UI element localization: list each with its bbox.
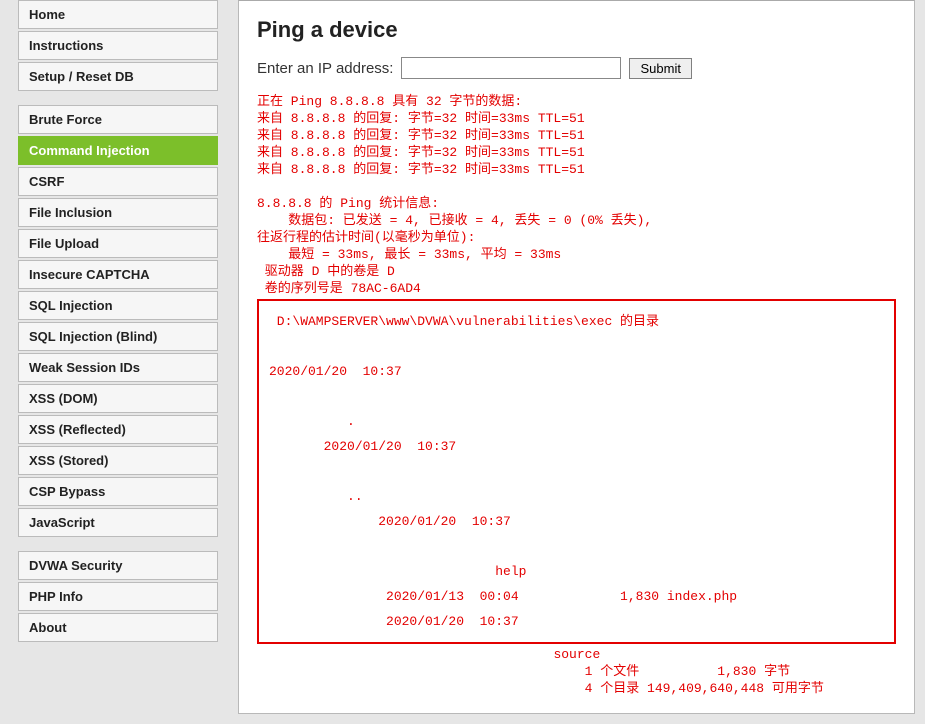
sidebar-item-xss-reflected[interactable]: XSS (Reflected) (18, 415, 218, 444)
menu-group-vulns: Brute Force Command Injection CSRF File … (18, 105, 218, 537)
dir-output-post: source 1 个文件 1,830 字节 4 个目录 149,409,640,… (257, 646, 896, 697)
sidebar-item-command-injection[interactable]: Command Injection (18, 136, 218, 165)
ip-label: Enter an IP address: (257, 60, 393, 77)
content-box: Ping a device Enter an IP address: Submi… (238, 0, 915, 714)
main-content: Ping a device Enter an IP address: Submi… (228, 0, 925, 724)
sidebar-item-file-inclusion[interactable]: File Inclusion (18, 198, 218, 227)
sidebar-item-file-upload[interactable]: File Upload (18, 229, 218, 258)
sidebar-item-xss-stored[interactable]: XSS (Stored) (18, 446, 218, 475)
menu-group-meta: DVWA Security PHP Info About (18, 551, 218, 642)
menu-group-main: Home Instructions Setup / Reset DB (18, 0, 218, 91)
sidebar-item-sql-injection[interactable]: SQL Injection (18, 291, 218, 320)
ping-form: Enter an IP address: Submit (257, 57, 896, 79)
dir-output-box: D:\WAMPSERVER\www\DVWA\vulnerabilities\e… (257, 299, 896, 644)
sidebar-item-csrf[interactable]: CSRF (18, 167, 218, 196)
ping-output-pre: 正在 Ping 8.8.8.8 具有 32 字节的数据: 来自 8.8.8.8 … (257, 93, 896, 297)
sidebar-item-dvwa-security[interactable]: DVWA Security (18, 551, 218, 580)
sidebar-item-insecure-captcha[interactable]: Insecure CAPTCHA (18, 260, 218, 289)
sidebar-item-setup-reset-db[interactable]: Setup / Reset DB (18, 62, 218, 91)
sidebar-item-weak-session-ids[interactable]: Weak Session IDs (18, 353, 218, 382)
sidebar-item-javascript[interactable]: JavaScript (18, 508, 218, 537)
submit-button[interactable]: Submit (629, 58, 691, 79)
sidebar-item-instructions[interactable]: Instructions (18, 31, 218, 60)
sidebar-item-about[interactable]: About (18, 613, 218, 642)
sidebar-item-php-info[interactable]: PHP Info (18, 582, 218, 611)
sidebar-item-sql-injection-blind[interactable]: SQL Injection (Blind) (18, 322, 218, 351)
ping-heading: Ping a device (257, 17, 896, 43)
sidebar-item-csp-bypass[interactable]: CSP Bypass (18, 477, 218, 506)
sidebar-item-home[interactable]: Home (18, 0, 218, 29)
sidebar-item-brute-force[interactable]: Brute Force (18, 105, 218, 134)
ip-input[interactable] (401, 57, 621, 79)
app-container: Home Instructions Setup / Reset DB Brute… (0, 0, 925, 724)
sidebar: Home Instructions Setup / Reset DB Brute… (0, 0, 228, 724)
sidebar-item-xss-dom[interactable]: XSS (DOM) (18, 384, 218, 413)
